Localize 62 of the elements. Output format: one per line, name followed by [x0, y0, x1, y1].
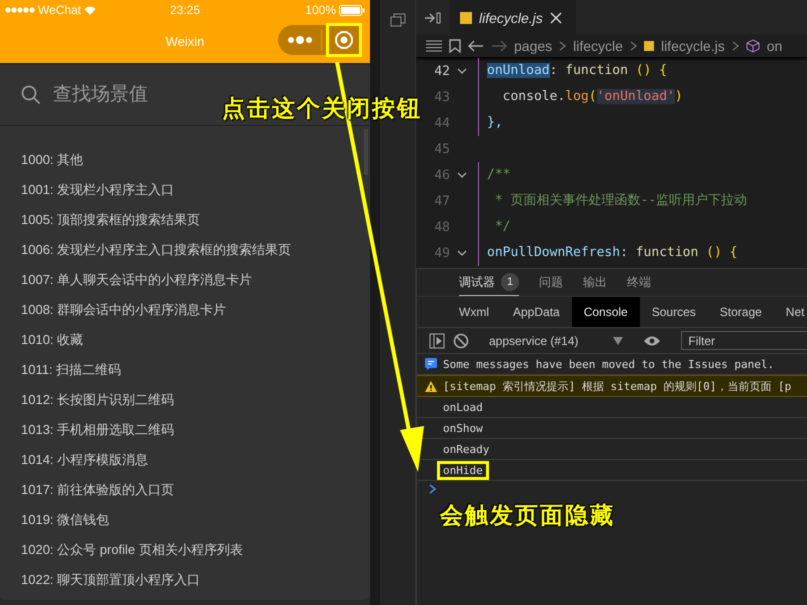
breadcrumb-item[interactable]: on — [766, 38, 782, 54]
line-number: 44 — [433, 116, 450, 130]
annotation-text: 会触发页面隐藏 — [440, 501, 615, 530]
scene-item[interactable]: 1017: 前往体验版的入口页 — [0, 475, 370, 505]
scene-item[interactable]: 1008: 群聊会话中的小程序消息卡片 — [0, 295, 370, 325]
file-tab-label: lifecycle.js — [479, 10, 543, 26]
line-number: 42 — [433, 64, 450, 78]
annotation-text: 点击这个关闭按钮 — [222, 94, 422, 123]
console-message: onHide — [437, 460, 489, 480]
scene-item[interactable]: 1010: 收藏 — [0, 325, 370, 355]
line-number: 49 — [433, 246, 450, 260]
scene-item[interactable]: 1006: 发现栏小程序主入口搜索框的搜索结果页 — [0, 235, 370, 265]
breadcrumb-item[interactable]: lifecycle — [573, 38, 623, 54]
scene-item[interactable]: 1007: 单人聊天会话中的小程序消息卡片 — [0, 265, 370, 295]
console-message: onLoad — [442, 400, 484, 416]
panel-tab[interactable]: AppData — [501, 297, 572, 327]
line-number: 48 — [433, 220, 450, 234]
count-badge: 1 — [501, 273, 519, 291]
line-number: 46 — [433, 168, 450, 182]
code-line: onPullDownRefresh: function () { — [478, 240, 738, 266]
scene-item[interactable]: 1019: 微信钱包 — [0, 505, 370, 535]
devtools-tab[interactable]: 输出 — [583, 269, 607, 296]
scene-item[interactable]: 1001: 发现栏小程序主入口 — [0, 175, 370, 205]
context-dropdown[interactable]: appservice (#14) — [489, 334, 624, 348]
scene-item[interactable]: 1020: 公众号 profile 页相关小程序列表 — [0, 535, 370, 565]
code-line: }, — [478, 110, 503, 136]
scene-item[interactable]: 1014: 小程序模版消息 — [0, 445, 370, 475]
panel-tab[interactable]: Wxml — [447, 297, 501, 327]
scene-item[interactable]: 1005: 顶部搜索框的搜索结果页 — [0, 205, 370, 235]
panel-tab[interactable]: Console — [572, 297, 640, 327]
devtools-tab[interactable]: 调试器 1 — [459, 269, 519, 296]
code-line: * 页面相关事件处理函数--监听用户下拉动 — [478, 188, 748, 214]
scene-item[interactable]: 1013: 手机相册选取二维码 — [0, 415, 370, 445]
breadcrumb-item[interactable]: lifecycle.js — [660, 38, 725, 54]
carrier-name: WeChat — [38, 3, 82, 17]
devtools-tab[interactable]: 终端 — [627, 269, 651, 296]
code-line: onUnload: function () { — [478, 58, 668, 84]
code-line: */ — [478, 214, 510, 240]
console-message: Some messages have been moved to the Issues panel. — [442, 356, 776, 372]
line-number: 43 — [433, 90, 450, 104]
console-message: [sitemap 索引情况提示] 根据 sitemap 的规则[0]，当前页面 [p — [442, 378, 792, 394]
scene-item[interactable]: 1012: 长按图片识别二维码 — [0, 385, 370, 415]
search-field[interactable]: 查找场景值 — [53, 84, 165, 106]
filter-field[interactable]: Filter — [681, 331, 807, 350]
clock-time: 23:25 — [170, 3, 200, 17]
panel-tab[interactable]: Sources — [640, 297, 708, 327]
panel-tab[interactable]: Storage — [708, 297, 774, 327]
file-tab[interactable]: lifecycle.js — [450, 0, 576, 35]
page-title: Weixin — [166, 34, 204, 49]
line-number: 45 — [433, 142, 450, 156]
console-message: onReady — [442, 442, 490, 458]
scene-item[interactable]: 1000: 其他 — [0, 145, 370, 175]
breadcrumb-item[interactable]: pages — [514, 38, 552, 54]
battery-percent: 100% — [305, 3, 336, 17]
code-line: /** — [478, 162, 510, 188]
code-line: console.log('onUnload') — [478, 84, 683, 110]
console-message: onShow — [442, 420, 484, 436]
panel-tab[interactable]: Net — [774, 297, 807, 327]
scene-item[interactable]: 1022: 聊天顶部置顶小程序入口 — [0, 565, 370, 595]
line-number: 47 — [433, 194, 450, 208]
devtools-tab[interactable]: 问题 — [539, 269, 563, 296]
scene-item[interactable]: 1011: 扫描二维码 — [0, 355, 370, 385]
